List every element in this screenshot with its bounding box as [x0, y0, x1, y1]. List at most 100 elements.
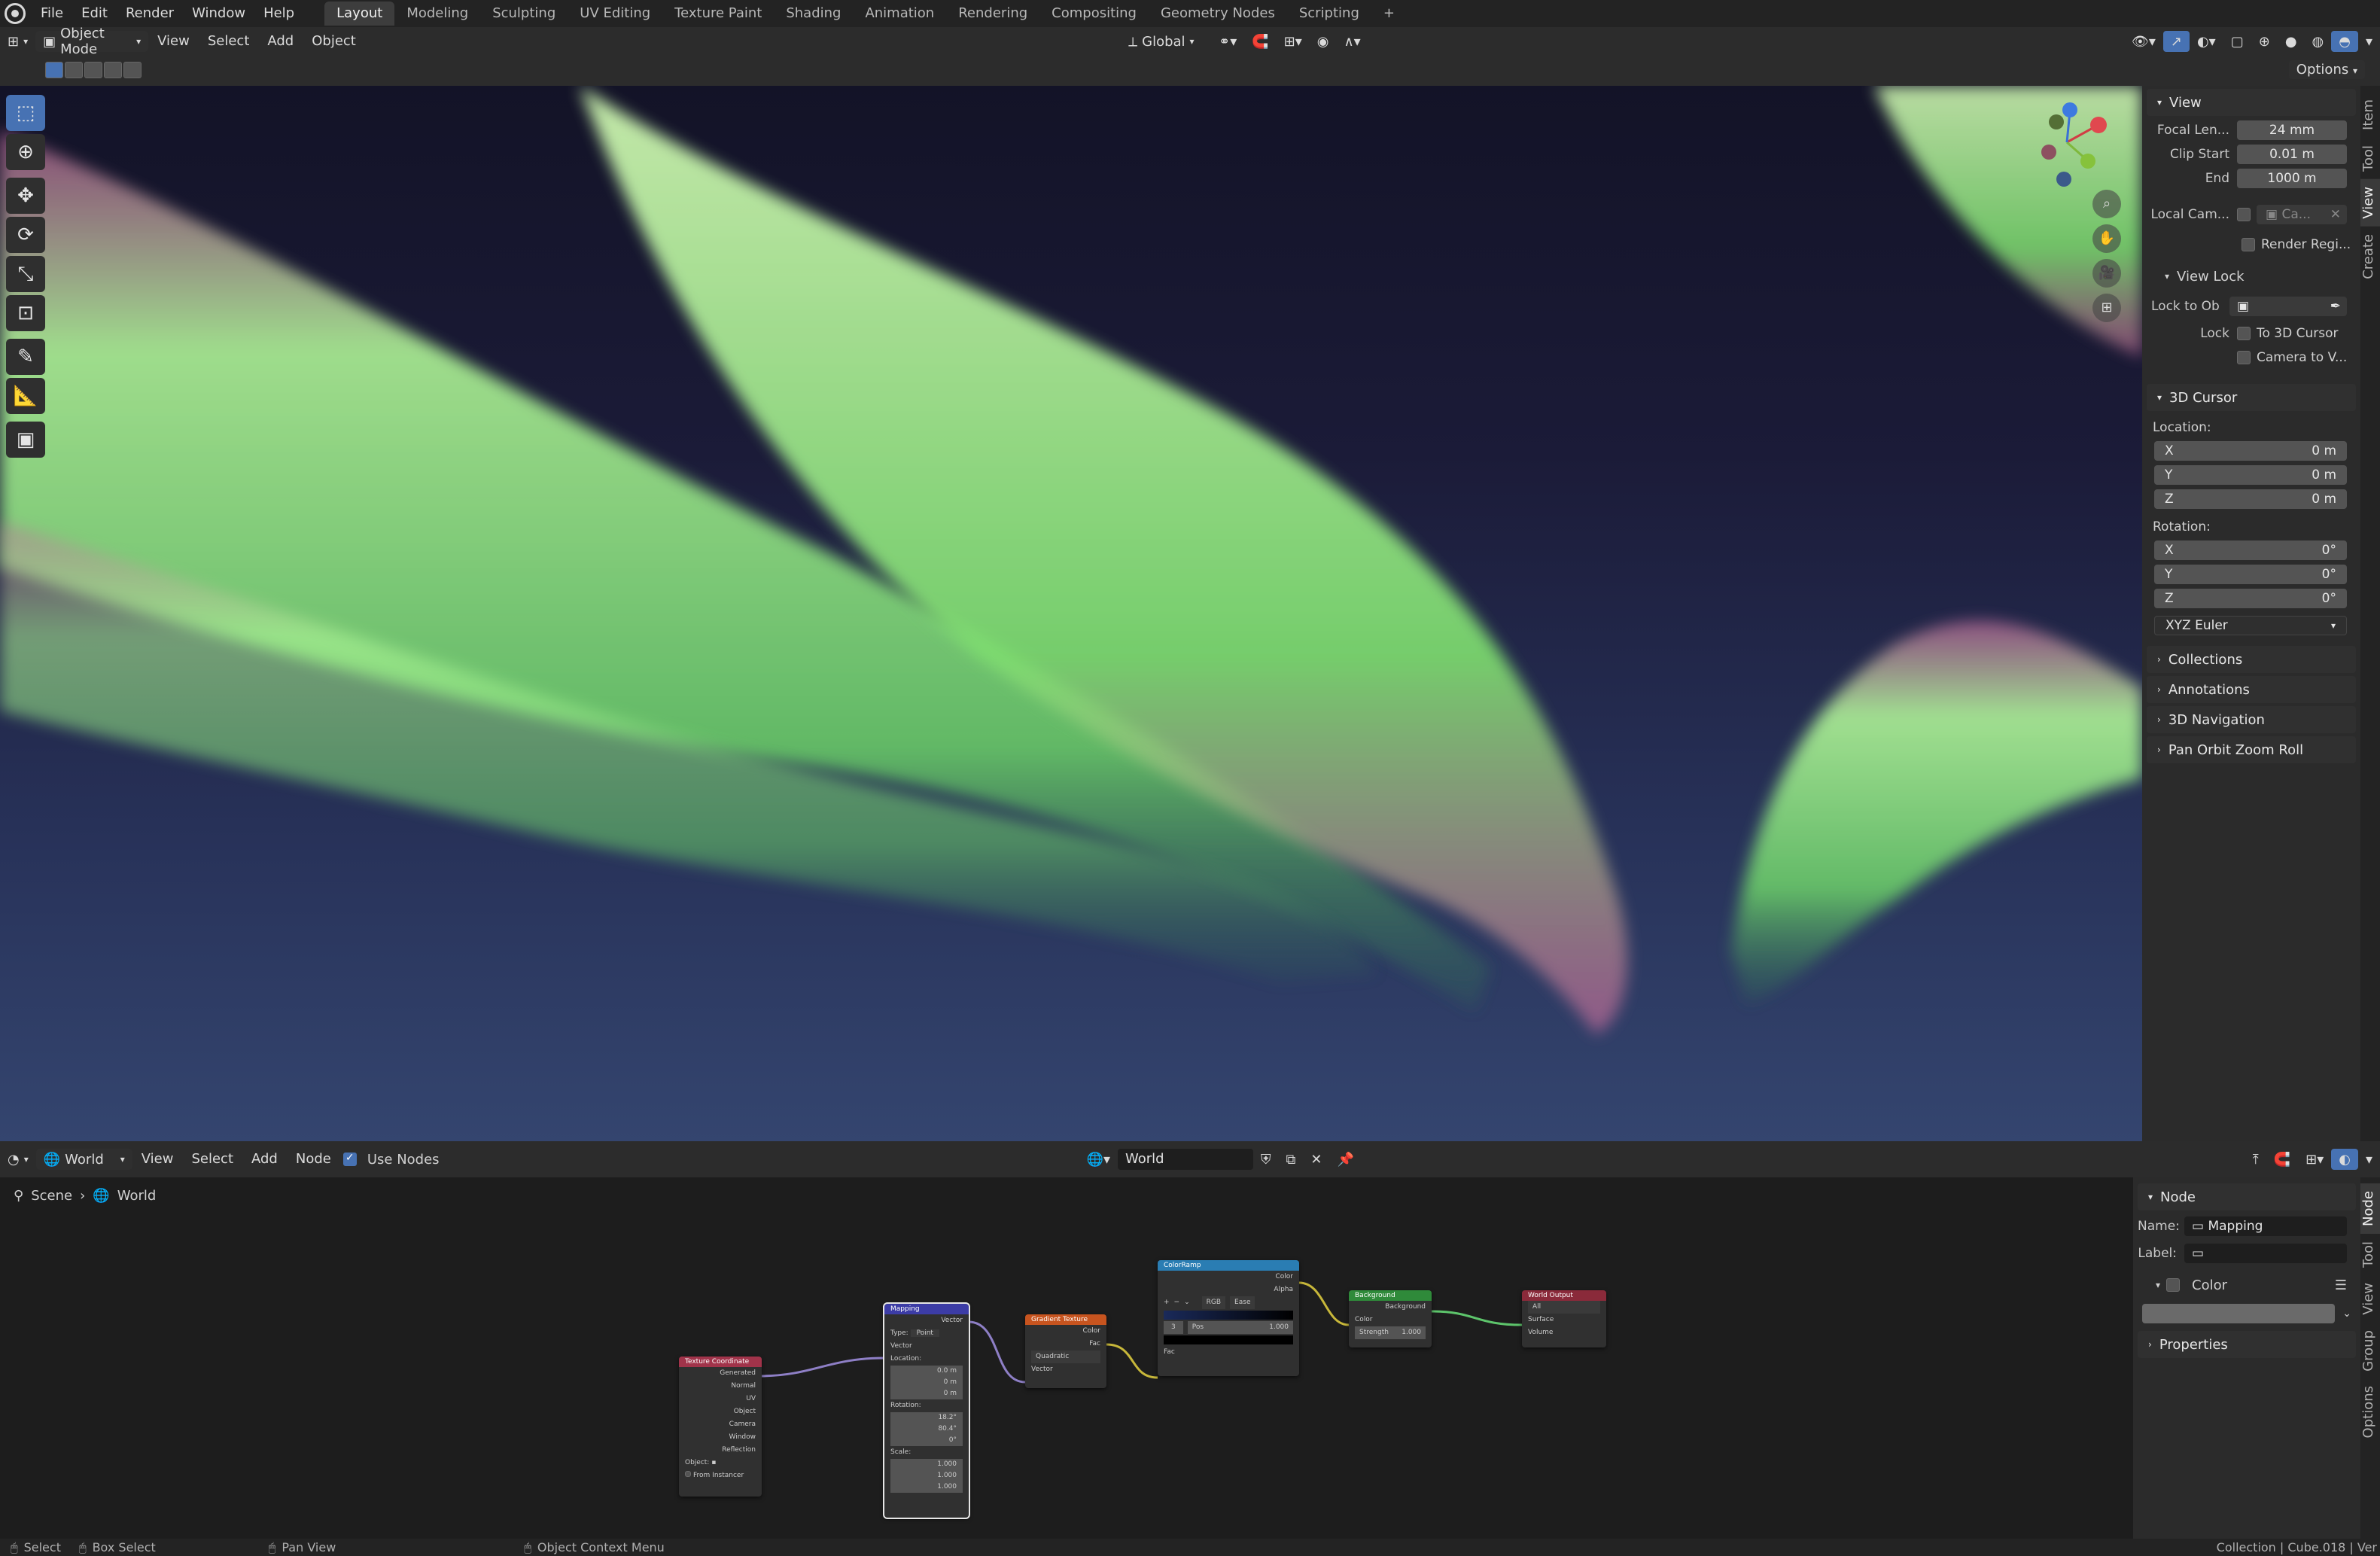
socket-color-in[interactable]: Color: [1349, 1314, 1432, 1326]
shader-type-dropdown[interactable]: 🌐 World ▾: [35, 1149, 132, 1170]
ne-menu-add[interactable]: Add: [242, 1146, 287, 1173]
rotate-tool-icon[interactable]: ⟳: [6, 217, 45, 253]
eyedropper-icon[interactable]: ✒: [2330, 297, 2341, 316]
clip-end-field[interactable]: 1000 m: [2237, 169, 2347, 188]
socket-vector-in[interactable]: Vector: [884, 1340, 969, 1353]
tab-uv-editing[interactable]: UV Editing: [568, 2, 662, 26]
node-panel-header[interactable]: ▾ Node: [2138, 1183, 2356, 1210]
camera-to-view-checkbox[interactable]: [2237, 351, 2251, 364]
visibility-icon[interactable]: 👁▾: [2124, 31, 2163, 52]
cursor-tool-icon[interactable]: ⊕: [6, 134, 45, 170]
local-camera-field[interactable]: ▣ Ca... ✕: [2257, 205, 2347, 224]
proportional-edit-icon[interactable]: ◉: [1310, 31, 1337, 52]
scale-tool-icon[interactable]: ⤡: [6, 256, 45, 292]
annotate-tool-icon[interactable]: ✎: [6, 339, 45, 375]
select-intersect-icon[interactable]: [123, 62, 142, 78]
socket-uv[interactable]: UV: [679, 1393, 762, 1405]
node-editor-type-button[interactable]: ◔ ▾: [0, 1149, 36, 1170]
shading-wireframe-icon[interactable]: ⊕: [2251, 31, 2278, 52]
socket-color[interactable]: Color: [1025, 1325, 1106, 1338]
lock-to-cursor-checkbox[interactable]: [2237, 327, 2251, 340]
tab-scripting[interactable]: Scripting: [1287, 2, 1371, 26]
tab-shading[interactable]: Shading: [774, 2, 853, 26]
node-color-swatch[interactable]: [2142, 1304, 2336, 1323]
annotations-panel-header[interactable]: › Annotations: [2147, 676, 2356, 703]
3d-navigation-panel-header[interactable]: › 3D Navigation: [2147, 706, 2356, 733]
socket-background-out[interactable]: Background: [1349, 1301, 1432, 1314]
fake-user-icon[interactable]: ⛨: [1253, 1149, 1279, 1170]
options-dropdown[interactable]: Options ▾: [2288, 60, 2365, 79]
tab-layout[interactable]: Layout: [324, 2, 395, 26]
orientation-dropdown[interactable]: ⟂ Global ▾: [1121, 31, 1211, 52]
tab-create[interactable]: Create: [2360, 227, 2380, 287]
parent-node-icon[interactable]: ⤒: [2245, 1149, 2266, 1170]
mode-dropdown[interactable]: ▣ Object Mode ▾: [35, 26, 149, 57]
properties-panel-header[interactable]: › Properties: [2138, 1331, 2356, 1358]
mapping-type-row[interactable]: Type: Point: [884, 1327, 969, 1340]
select-box-tool-icon[interactable]: ⬚: [6, 95, 45, 131]
ramp-mode-dropdown[interactable]: RGB: [1201, 1296, 1226, 1309]
select-subtract-icon[interactable]: [84, 62, 102, 78]
blender-logo-icon[interactable]: [5, 3, 26, 24]
overlay-options-icon[interactable]: ▾: [2358, 1149, 2380, 1170]
strength-field[interactable]: Strength 1.000: [1349, 1326, 1432, 1339]
ne-menu-select[interactable]: Select: [182, 1146, 242, 1173]
socket-window[interactable]: Window: [679, 1431, 762, 1444]
socket-camera[interactable]: Camera: [679, 1418, 762, 1431]
cursor-rot-y-field[interactable]: Y 0°: [2154, 565, 2347, 584]
texture-coordinate-node[interactable]: Texture Coordinate Generated Normal UV O…: [679, 1357, 762, 1497]
tab-view[interactable]: View: [2360, 178, 2380, 227]
menu-edit[interactable]: Edit: [72, 0, 117, 27]
color-subpanel[interactable]: ▾ Color ☰: [2133, 1272, 2360, 1298]
add-workspace-button[interactable]: +: [1371, 2, 1407, 26]
stop-color-swatch[interactable]: [1164, 1335, 1293, 1344]
editor-type-button[interactable]: ⊞ ▾: [0, 31, 35, 52]
tab-options[interactable]: Options: [2360, 1378, 2380, 1445]
ne-menu-view[interactable]: View: [132, 1146, 183, 1173]
measure-tool-icon[interactable]: 📐: [6, 378, 45, 414]
tab-compositing[interactable]: Compositing: [1039, 2, 1149, 26]
pin-icon[interactable]: 📌: [1329, 1149, 1361, 1170]
world-output-node[interactable]: World Output All Surface Volume: [1522, 1290, 1606, 1347]
add-cube-tool-icon[interactable]: ▣: [6, 422, 45, 458]
stop-position-field[interactable]: Pos 1.000: [1187, 1321, 1293, 1334]
color-ramp-node[interactable]: ColorRamp Color Alpha + − ⌄ RGB Ease 3 P…: [1158, 1260, 1299, 1376]
tab-modeling[interactable]: Modeling: [394, 2, 480, 26]
custom-color-checkbox[interactable]: [2166, 1278, 2181, 1292]
gradient-texture-node[interactable]: Gradient Texture Color Fac Quadratic Vec…: [1025, 1314, 1106, 1388]
socket-reflection[interactable]: Reflection: [679, 1444, 762, 1457]
chevron-down-icon[interactable]: ⌄: [2342, 1308, 2351, 1320]
ramp-interp-dropdown[interactable]: Ease: [1230, 1296, 1255, 1309]
falloff-icon[interactable]: ∧▾: [1337, 31, 1368, 52]
rotation-mode-dropdown[interactable]: XYZ Euler ▾: [2154, 616, 2347, 635]
location-x[interactable]: 0.0 m: [884, 1366, 969, 1377]
scale-z[interactable]: 1.000: [884, 1481, 969, 1493]
select-extend-icon[interactable]: [65, 62, 83, 78]
view-panel-header[interactable]: ▾ View: [2147, 89, 2356, 116]
tab-animation[interactable]: Animation: [853, 2, 946, 26]
tab-item[interactable]: Item: [2360, 92, 2380, 138]
duplicate-icon[interactable]: ⧉: [1279, 1149, 1304, 1170]
select-invert-icon[interactable]: [104, 62, 122, 78]
socket-alpha[interactable]: Alpha: [1158, 1283, 1299, 1296]
background-node[interactable]: Background Background Color Strength 1.00…: [1349, 1290, 1432, 1347]
location-y[interactable]: 0 m: [884, 1377, 969, 1388]
gizmo-z-icon[interactable]: [2062, 102, 2077, 117]
socket-vector-in[interactable]: Vector: [1025, 1363, 1106, 1376]
rotation-x[interactable]: 18.2°: [884, 1412, 969, 1424]
unlink-icon[interactable]: ✕: [1303, 1149, 1329, 1170]
tab-node[interactable]: Node: [2360, 1183, 2380, 1234]
snap-target-icon[interactable]: ⊞▾: [2298, 1149, 2331, 1170]
shading-solid-icon[interactable]: ●: [2278, 31, 2305, 52]
navigation-gizmo[interactable]: [2025, 101, 2115, 191]
cursor-loc-x-field[interactable]: X 0 m: [2154, 441, 2347, 461]
xray-icon[interactable]: ▢: [2223, 31, 2251, 52]
gizmo-x-icon[interactable]: [2090, 117, 2107, 133]
3d-cursor-panel-header[interactable]: ▾ 3D Cursor: [2147, 384, 2356, 411]
shading-rendered-icon[interactable]: ◓: [2331, 31, 2358, 52]
tab-tool[interactable]: Tool: [2360, 1234, 2380, 1275]
camera-view-icon[interactable]: 🎥: [2092, 259, 2121, 288]
local-camera-checkbox[interactable]: [2237, 208, 2251, 221]
cursor-rot-x-field[interactable]: X 0°: [2154, 540, 2347, 560]
world-browse-icon[interactable]: 🌐▾: [1079, 1149, 1118, 1170]
